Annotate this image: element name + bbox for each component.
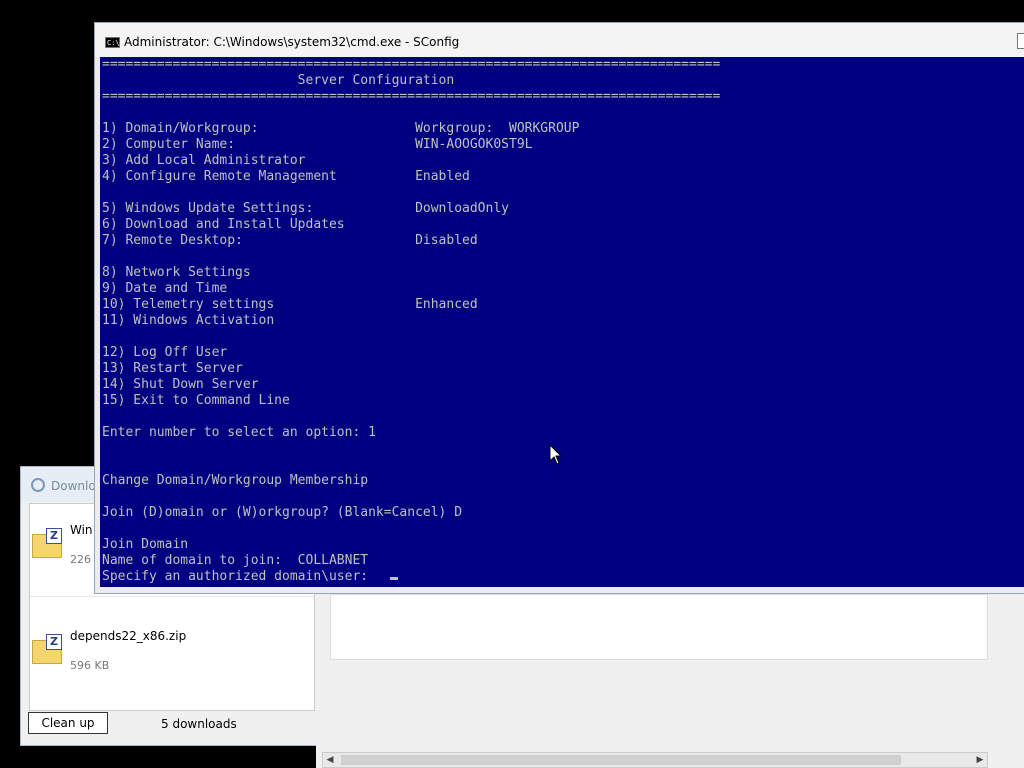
download-name[interactable]: depends22_x86.zip xyxy=(70,629,186,643)
text-cursor xyxy=(390,577,398,580)
browser-content-area: ◀ ▶ xyxy=(316,594,1024,768)
browser-page xyxy=(330,594,988,660)
scroll-right-icon[interactable]: ▶ xyxy=(973,753,987,767)
clean-up-button[interactable]: Clean up xyxy=(28,712,108,734)
scroll-left-icon[interactable]: ◀ xyxy=(323,753,337,767)
download-size: 596 KB xyxy=(70,659,110,672)
cmd-titlebar[interactable]: C:\ Administrator: C:\Windows\system32\c… xyxy=(95,23,1024,57)
cmd-icon: C:\ xyxy=(105,37,120,48)
browser-icon xyxy=(31,478,45,492)
cmd-window-title: Administrator: C:\Windows\system32\cmd.e… xyxy=(124,35,460,49)
console-area[interactable]: ========================================… xyxy=(100,57,1024,587)
mouse-pointer-icon xyxy=(549,444,563,465)
download-item[interactable]: Z depends22_x86.zip 596 KB xyxy=(30,610,314,702)
scrollbar-thumb[interactable] xyxy=(341,755,901,765)
downloads-count: 5 downloads xyxy=(161,717,237,731)
console-text: ========================================… xyxy=(102,57,721,584)
window-control-button[interactable] xyxy=(1017,33,1024,49)
horizontal-scrollbar[interactable]: ◀ ▶ xyxy=(322,752,988,768)
zip-archive-icon: Z xyxy=(32,528,64,560)
zip-archive-icon: Z xyxy=(32,634,64,666)
cmd-window: C:\ Administrator: C:\Windows\system32\c… xyxy=(94,22,1024,594)
